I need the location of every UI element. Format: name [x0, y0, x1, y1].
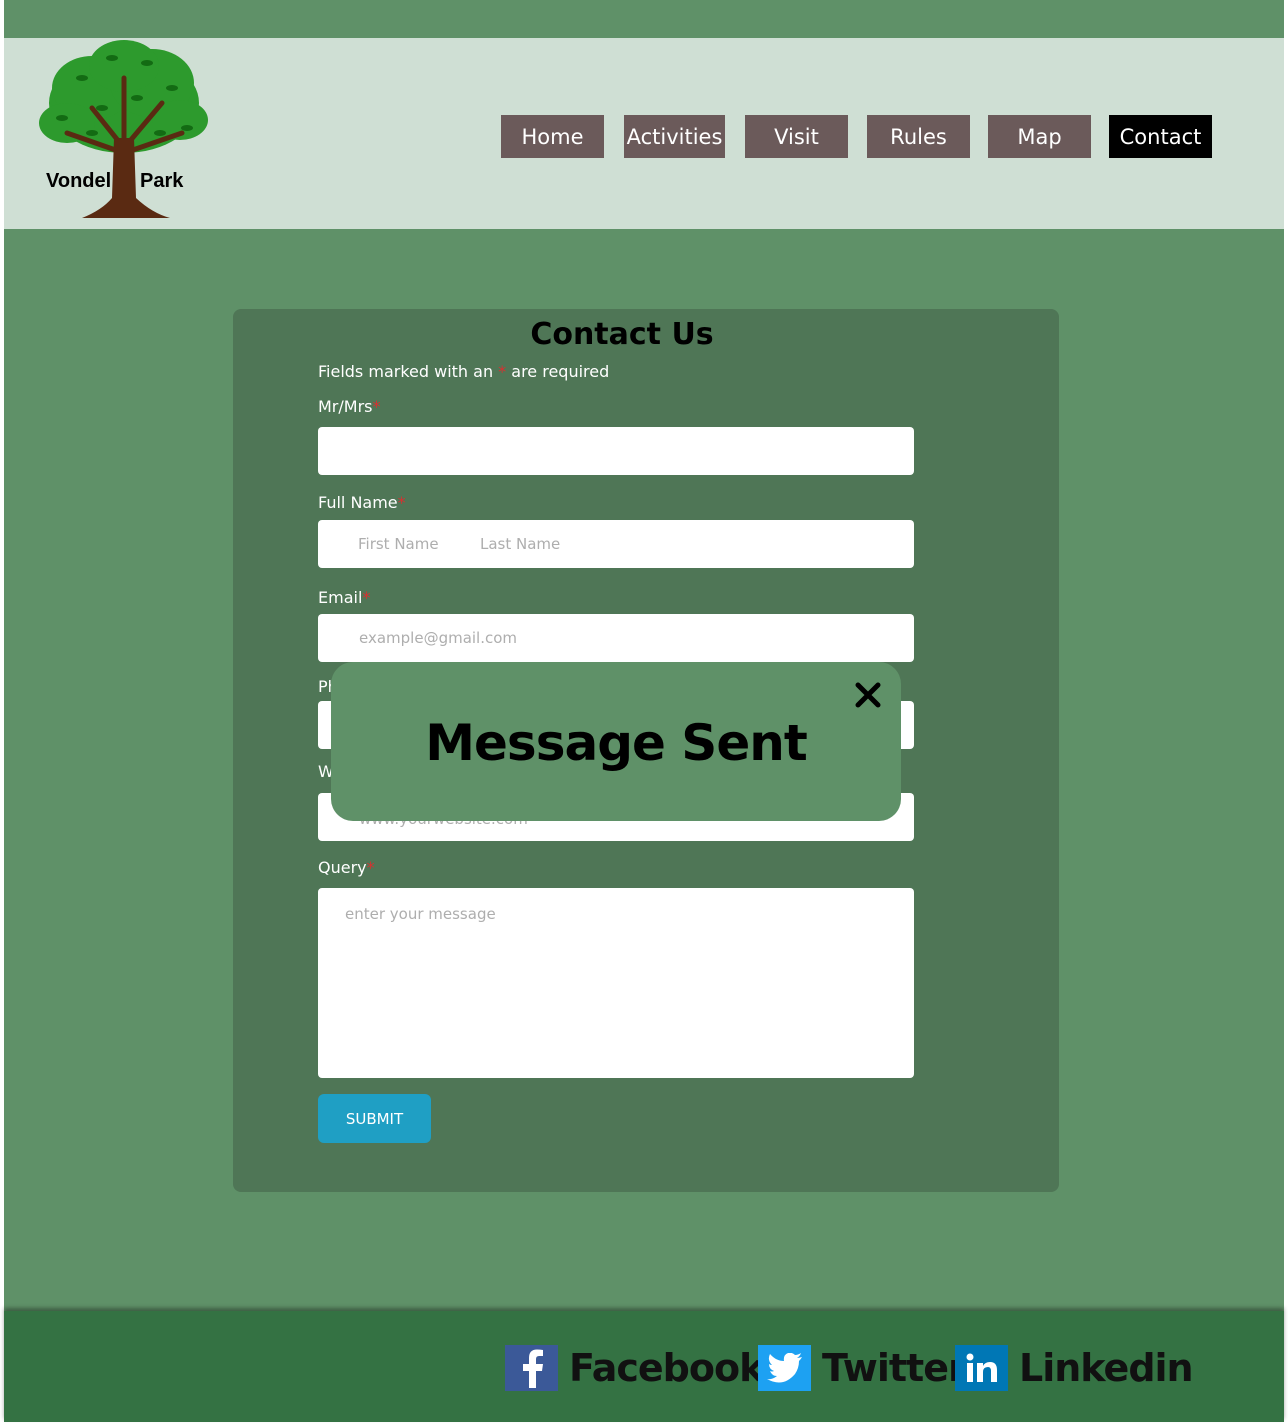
close-icon-glyph	[855, 682, 881, 708]
nav-contact[interactable]: Contact	[1109, 115, 1212, 158]
logo-text-left: Vondel	[46, 170, 112, 192]
contact-form-title: Contact Us	[530, 317, 714, 352]
nav-activities[interactable]: Activities	[624, 115, 725, 158]
full-name-field: First Name Last Name	[318, 520, 914, 568]
full-name-label-text: Full Name	[318, 493, 398, 512]
twitter-link[interactable]: Twitter	[758, 1344, 967, 1392]
message-sent-modal: Message Sent	[331, 662, 901, 821]
twitter-label: Twitter	[822, 1346, 967, 1390]
required-note-prefix: Fields marked with an	[318, 362, 494, 381]
query-label-text: Query	[318, 858, 367, 877]
linkedin-icon	[955, 1345, 1008, 1391]
required-star: *	[498, 362, 507, 381]
nav-visit[interactable]: Visit	[745, 115, 848, 158]
nav-home[interactable]: Home	[501, 115, 604, 158]
full-name-label: Full Name*	[318, 493, 406, 512]
first-name-input[interactable]: First Name	[358, 520, 439, 568]
required-star: *	[397, 493, 406, 512]
title-label: Mr/Mrs*	[318, 397, 381, 416]
site-logo[interactable]: Vondel Park	[32, 38, 212, 223]
required-note-suffix: are required	[511, 362, 610, 381]
tree-logo-icon	[39, 40, 208, 218]
required-note: Fields marked with an * are required	[318, 362, 609, 381]
required-star: *	[366, 858, 375, 877]
close-icon[interactable]	[853, 680, 883, 710]
facebook-link[interactable]: Facebook	[505, 1344, 764, 1392]
site-header: Vondel Park Home Activities Visit Rules …	[4, 38, 1284, 229]
page: Vondel Park Home Activities Visit Rules …	[4, 0, 1284, 1422]
facebook-icon	[505, 1345, 558, 1391]
email-label: Email*	[318, 588, 370, 607]
query-placeholder: enter your message	[345, 905, 496, 923]
facebook-label: Facebook	[569, 1346, 764, 1390]
last-name-input[interactable]: Last Name	[480, 520, 560, 568]
site-footer: Facebook Twitter Linkedin	[4, 1311, 1284, 1422]
email-placeholder: example@gmail.com	[359, 629, 518, 647]
query-label: Query*	[318, 858, 375, 877]
nav-map[interactable]: Map	[988, 115, 1091, 158]
nav-rules[interactable]: Rules	[867, 115, 970, 158]
linkedin-label: Linkedin	[1019, 1346, 1194, 1390]
title-label-text: Mr/Mrs	[318, 397, 373, 416]
modal-title: Message Sent	[425, 714, 807, 772]
submit-button[interactable]: SUBMIT	[318, 1094, 431, 1143]
query-textarea[interactable]: enter your message	[318, 888, 914, 1078]
required-star: *	[362, 588, 371, 607]
email-input[interactable]: example@gmail.com	[318, 614, 914, 662]
email-label-text: Email	[318, 588, 363, 607]
twitter-icon	[758, 1345, 811, 1391]
required-star: *	[372, 397, 381, 416]
logo-text-right: Park	[140, 170, 184, 192]
linkedin-link[interactable]: Linkedin	[955, 1344, 1194, 1392]
title-input[interactable]	[318, 427, 914, 475]
